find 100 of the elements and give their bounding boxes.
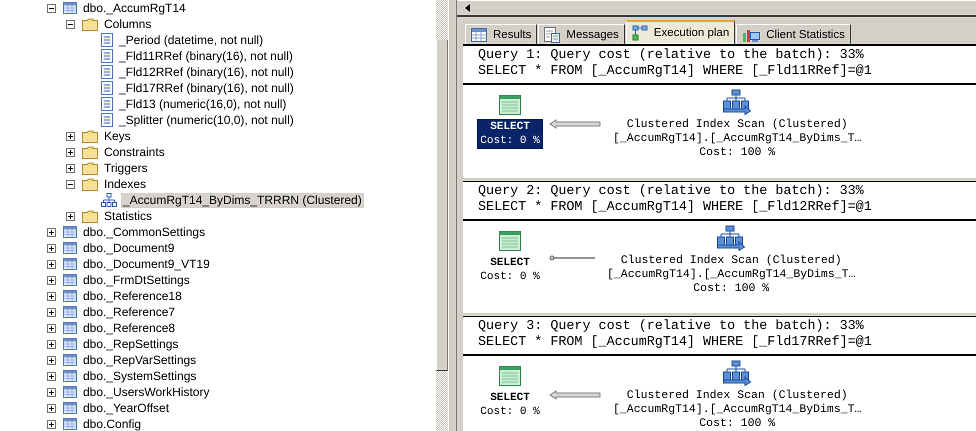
- table-icon: [63, 322, 77, 334]
- table-icon: [63, 290, 77, 302]
- tree-item[interactable]: _Fld11RRef (binary(16), not null): [117, 48, 295, 64]
- index-scan-operator-label[interactable]: Clustered Index Scan (Clustered) [_AccumRgT14].[_AccumRgT14_ByDims_T… Cost: 100 %: [613, 118, 862, 160]
- tree-item[interactable]: _Fld12RRef (binary(16), not null): [117, 64, 296, 80]
- results-tab[interactable]: Client Statistics: [736, 24, 851, 44]
- tree-item[interactable]: dbo._AccumRgT14: [81, 0, 188, 16]
- tree-item[interactable]: dbo._RepVarSettings: [81, 352, 198, 368]
- tree-item[interactable]: Statistics: [102, 208, 154, 224]
- tree-item[interactable]: dbo._Document9_VT19: [81, 256, 212, 272]
- tree-item[interactable]: Triggers: [102, 160, 150, 176]
- table-icon: [63, 338, 77, 350]
- tree-item[interactable]: Constraints: [102, 144, 167, 160]
- index-scan-icon[interactable]: [723, 89, 752, 115]
- column-icon: [101, 97, 113, 111]
- document-icon: [544, 26, 560, 42]
- folder-icon: [82, 178, 98, 190]
- tree-item[interactable]: _AccumRgT14_ByDims_TRRRN (Clustered): [121, 192, 364, 208]
- table-icon: [63, 306, 77, 318]
- table-icon: [63, 402, 77, 414]
- column-icon: [101, 49, 113, 63]
- query-header: Query 2: Query cost (relative to the batch): 33%: [478, 184, 865, 200]
- tree-item[interactable]: _Splitter (numeric(10,0), not null): [117, 112, 296, 128]
- expand-icon[interactable]: [66, 148, 75, 156]
- tree-item[interactable]: dbo._RepSettings: [81, 336, 180, 352]
- tree-item[interactable]: dbo._FrmDtSettings: [81, 272, 192, 288]
- tree-item[interactable]: dbo._Reference18: [81, 288, 184, 304]
- expand-icon[interactable]: [47, 340, 56, 348]
- expand-icon[interactable]: [66, 132, 75, 140]
- expand-icon[interactable]: [47, 404, 56, 412]
- expand-icon[interactable]: [47, 228, 56, 236]
- expand-icon[interactable]: [47, 244, 56, 252]
- grid-icon: [471, 28, 487, 42]
- results-tab[interactable]: Messages: [538, 24, 625, 44]
- tree-item[interactable]: dbo.Config: [81, 416, 144, 431]
- expand-icon[interactable]: [47, 292, 56, 300]
- expand-icon[interactable]: [47, 356, 56, 364]
- select-operator-label[interactable]: SELECT Cost: 0 %: [477, 390, 543, 420]
- tree-item[interactable]: Columns: [102, 16, 154, 32]
- column-icon: [101, 33, 113, 47]
- expand-icon[interactable]: [47, 260, 56, 268]
- tree-item[interactable]: dbo._YearOffset: [81, 400, 172, 416]
- tree-item[interactable]: Keys: [102, 128, 133, 144]
- index-scan-icon[interactable]: [717, 225, 746, 251]
- query-statement: SELECT * FROM [_AccumRgT14] WHERE [_Fld17RRef]=@1: [478, 335, 873, 351]
- result-table-icon[interactable]: [499, 231, 521, 251]
- index-scan-icon[interactable]: [723, 360, 752, 386]
- expand-icon[interactable]: [66, 212, 75, 220]
- index-scan-operator-label[interactable]: Clustered Index Scan (Clustered) [_AccumRgT14].[_AccumRgT14_ByDims_T… Cost: 100 %: [613, 389, 862, 431]
- expand-icon[interactable]: [66, 164, 75, 172]
- tree-item[interactable]: dbo._Reference8: [81, 320, 178, 336]
- tree-item[interactable]: _Period (datetime, not null): [117, 32, 266, 48]
- tree-item[interactable]: _Fld17RRef (binary(16), not null): [117, 80, 296, 96]
- tree-item[interactable]: dbo._Reference7: [81, 304, 178, 320]
- table-icon: [63, 2, 77, 14]
- column-icon: [101, 81, 113, 95]
- tree-item[interactable]: Indexes: [102, 176, 148, 192]
- folder-icon: [82, 18, 98, 30]
- expand-icon[interactable]: [47, 308, 56, 316]
- tree-item[interactable]: dbo._CommonSettings: [81, 224, 208, 240]
- table-icon: [63, 354, 77, 366]
- select-operator-label[interactable]: SELECT Cost: 0 %: [477, 119, 543, 149]
- table-icon: [63, 418, 77, 430]
- collapse-icon[interactable]: [47, 4, 56, 12]
- collapse-icon[interactable]: [66, 180, 75, 188]
- table-icon: [63, 258, 77, 270]
- folder-icon: [82, 146, 98, 158]
- table-icon: [63, 242, 77, 254]
- select-operator-label[interactable]: SELECT Cost: 0 %: [477, 255, 543, 285]
- result-table-icon[interactable]: [499, 366, 521, 386]
- query-statement: SELECT * FROM [_AccumRgT14] WHERE [_Fld12RRef]=@1: [478, 200, 873, 216]
- table-icon: [63, 226, 77, 238]
- result-table-icon[interactable]: [499, 95, 521, 115]
- table-icon: [63, 386, 77, 398]
- query-header: Query 1: Query cost (relative to the batch): 33%: [478, 48, 865, 64]
- index-scan-operator-label[interactable]: Clustered Index Scan (Clustered) [_AccumRgT14].[_AccumRgT14_ByDims_T… Cost: 100 %: [607, 254, 856, 296]
- folder-icon: [82, 130, 98, 142]
- expand-icon[interactable]: [47, 420, 56, 428]
- folder-icon: [82, 210, 98, 222]
- index-icon: [101, 193, 117, 207]
- table-icon: [63, 370, 77, 382]
- query-statement: SELECT * FROM [_AccumRgT14] WHERE [_Fld11RRef]=@1: [478, 64, 873, 80]
- tree-item[interactable]: _Fld13 (numeric(16,0), not null): [117, 96, 288, 112]
- tree-item[interactable]: dbo._SystemSettings: [81, 368, 198, 384]
- table-icon: [63, 274, 77, 286]
- column-icon: [101, 65, 113, 79]
- plan-icon: [632, 25, 648, 41]
- column-icon: [101, 113, 113, 127]
- results-tab[interactable]: Results: [465, 24, 538, 44]
- query-header: Query 3: Query cost (relative to the batch): 33%: [478, 319, 865, 335]
- panel-splitter[interactable]: [448, 0, 457, 431]
- expand-icon[interactable]: [47, 276, 56, 284]
- folder-icon: [82, 162, 98, 174]
- results-tab[interactable]: Execution plan: [626, 20, 736, 44]
- collapse-icon[interactable]: [66, 20, 75, 28]
- expand-icon[interactable]: [47, 388, 56, 396]
- expand-icon[interactable]: [47, 324, 56, 332]
- tree-item[interactable]: dbo._Document9: [81, 240, 176, 256]
- expand-icon[interactable]: [47, 372, 56, 380]
- tree-item[interactable]: dbo._UsersWorkHistory: [81, 384, 212, 400]
